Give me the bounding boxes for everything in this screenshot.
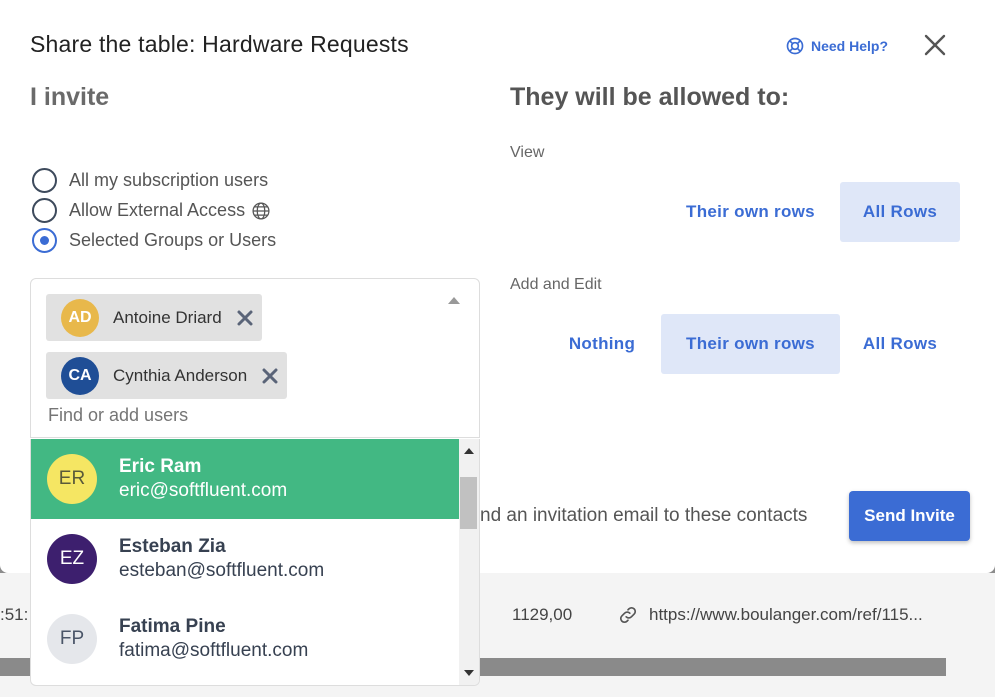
link-icon: [619, 606, 637, 624]
remove-chip-icon[interactable]: [261, 367, 279, 385]
avatar: AD: [61, 298, 99, 337]
globe-icon: [252, 201, 270, 220]
radio-button[interactable]: [32, 198, 57, 223]
suggestion-text: Eric Ram eric@softfluent.com: [119, 456, 287, 502]
suggestion-text: Fatima Pine fatima@softfluent.com: [119, 616, 308, 662]
user-picker[interactable]: AD Antoine Driard CA Cynthia Anderson: [30, 278, 480, 438]
bg-time-cell: :51:: [0, 605, 29, 624]
chip-name: Antoine Driard: [113, 307, 222, 327]
view-own-rows-button[interactable]: Their own rows: [661, 182, 840, 242]
suggestion-email: eric@softfluent.com: [119, 480, 288, 501]
suggestion-text: Esteban Zia esteban@softfluent.com: [119, 536, 324, 582]
permissions-title: They will be allowed to:: [510, 83, 790, 111]
scroll-thumb[interactable]: [460, 477, 477, 529]
user-suggestions-dropdown: ER Eric Ram eric@softfluent.com EZ Esteb…: [30, 439, 480, 686]
view-all-rows-button[interactable]: All Rows: [840, 182, 960, 242]
scroll-up-icon[interactable]: [464, 448, 474, 454]
radio-label: All my subscription users: [69, 170, 269, 190]
suggestion-item[interactable]: ER Eric Ram eric@softfluent.com: [31, 439, 459, 519]
avatar: FP: [47, 614, 97, 664]
find-users-input[interactable]: [48, 405, 428, 426]
suggestion-item[interactable]: EZ Esteban Zia esteban@softfluent.com: [31, 519, 459, 599]
user-chip: AD Antoine Driard: [46, 294, 262, 341]
suggestion-name: Fatima Pine: [119, 616, 226, 637]
radio-all-subscription-users[interactable]: All my subscription users: [32, 168, 268, 193]
user-chip: CA Cynthia Anderson: [46, 352, 288, 399]
radio-label: Allow External Access: [69, 200, 246, 220]
dialog-title: Share the table: Hardware Requests: [30, 31, 409, 57]
send-invite-button[interactable]: Send Invite: [849, 491, 970, 541]
add-edit-label: Add and Edit: [510, 276, 602, 293]
scroll-down-icon[interactable]: [464, 670, 474, 676]
edit-all-rows-button[interactable]: All Rows: [840, 314, 960, 374]
suggestion-name: Esteban Zia: [119, 536, 226, 557]
caret-up-icon[interactable]: [448, 297, 460, 304]
lifebuoy-icon: [786, 37, 804, 55]
need-help-link[interactable]: Need Help?: [785, 36, 888, 56]
remove-chip-icon[interactable]: [236, 309, 254, 327]
bg-url-cell[interactable]: https://www.boulanger.com/ref/115...: [649, 605, 923, 625]
view-label: View: [510, 144, 545, 161]
radio-allow-external-access[interactable]: Allow External Access: [32, 198, 271, 223]
send-invitation-text: nd an invitation email to these contacts: [480, 505, 808, 526]
need-help-label: Need Help?: [811, 38, 889, 54]
suggestion-email: fatima@softfluent.com: [119, 640, 309, 661]
suggestion-name: Eric Ram: [119, 456, 202, 477]
avatar: ER: [47, 454, 97, 504]
avatar: EZ: [47, 534, 97, 584]
suggestion-email: esteban@softfluent.com: [119, 560, 325, 581]
bg-amount-cell: 1129,00: [512, 605, 573, 624]
edit-nothing-button[interactable]: Nothing: [543, 314, 661, 374]
radio-selected-groups-or-users[interactable]: Selected Groups or Users: [32, 228, 276, 253]
radio-label: Selected Groups or Users: [69, 230, 277, 250]
dropdown-scrollbar[interactable]: [459, 439, 479, 685]
edit-own-rows-button[interactable]: Their own rows: [661, 314, 840, 374]
radio-button-selected[interactable]: [32, 228, 57, 253]
avatar: CA: [61, 356, 99, 395]
suggestion-item[interactable]: FP Fatima Pine fatima@softfluent.com: [31, 599, 459, 679]
chip-name: Cynthia Anderson: [113, 365, 248, 385]
close-icon[interactable]: [924, 34, 946, 56]
radio-button[interactable]: [32, 168, 57, 193]
invite-title: I invite: [30, 83, 110, 111]
